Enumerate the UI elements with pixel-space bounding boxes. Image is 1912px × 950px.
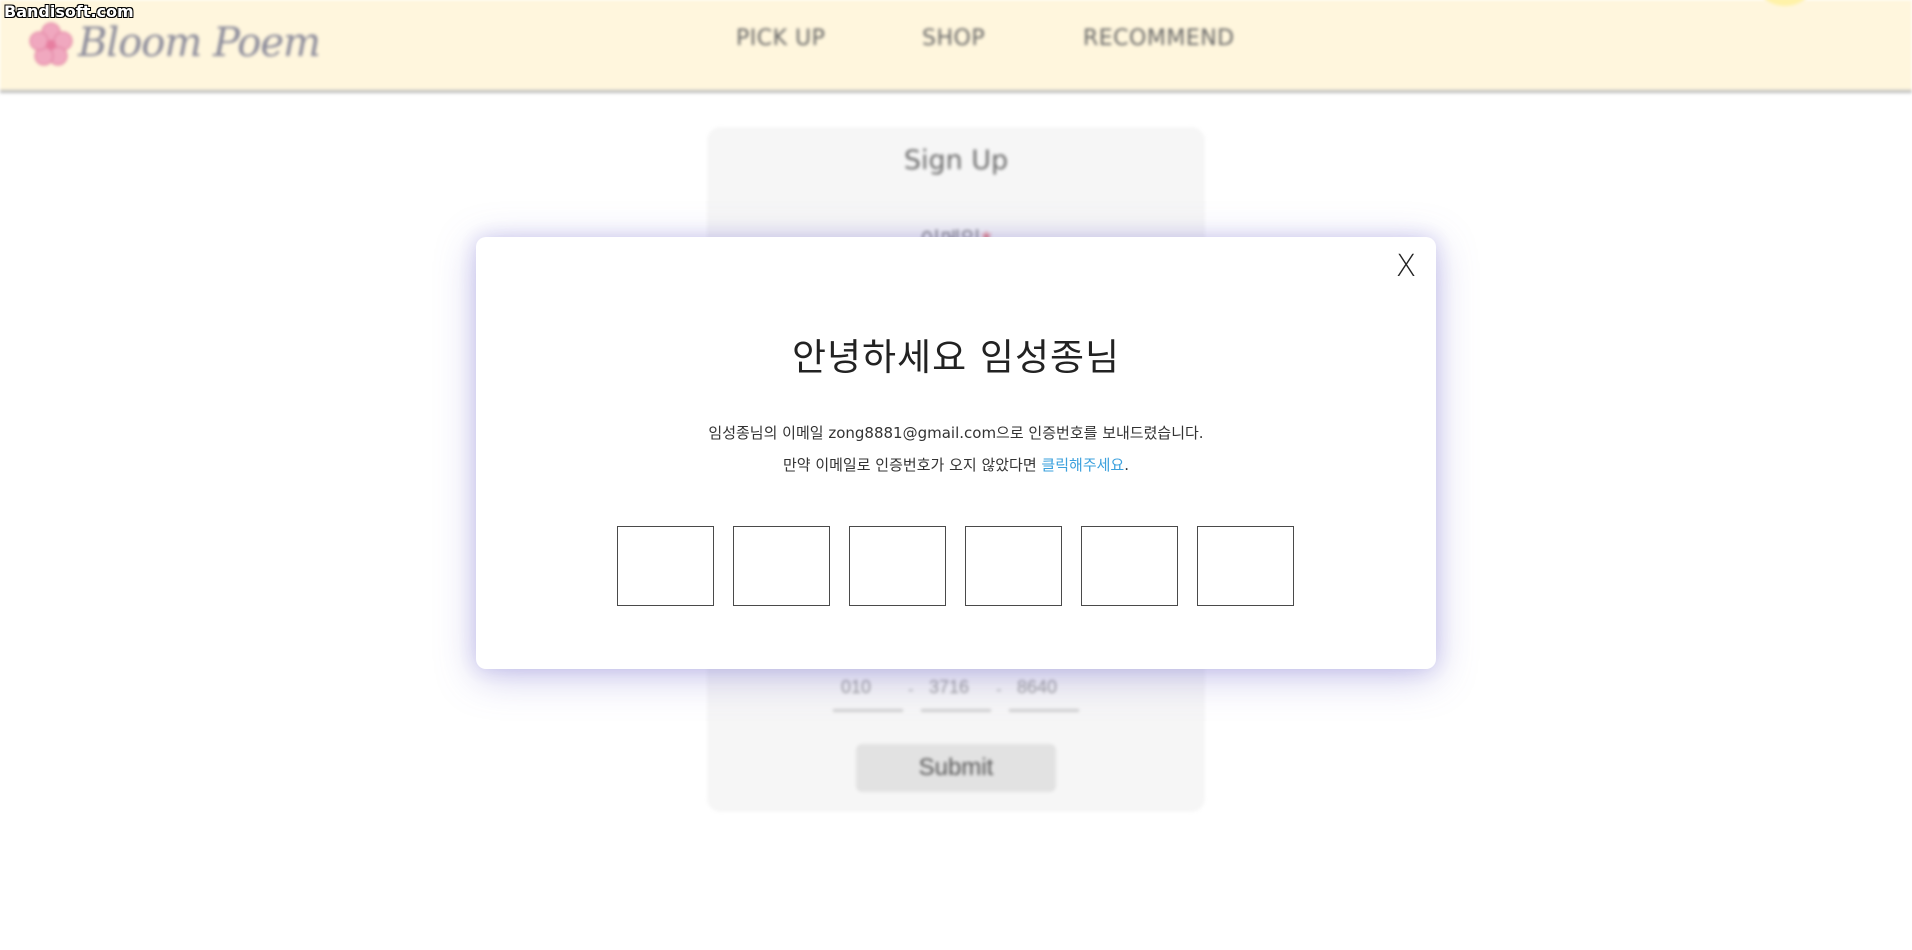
- submit-button[interactable]: Submit: [856, 744, 1056, 792]
- phone-separator: -: [908, 680, 914, 699]
- code-digit-input-3[interactable]: [849, 526, 946, 606]
- phone-row: 010 - 3716 - 8640: [707, 672, 1205, 712]
- message-line-1: 임성종님의 이메일 zong8881@gmail.com으로 인증번호를 보내드…: [708, 424, 1204, 442]
- modal-greeting: 안녕하세요 임성종님: [791, 336, 1121, 379]
- resend-link[interactable]: 클릭해주세요: [1041, 456, 1124, 474]
- phone-part-3[interactable]: 8640: [1009, 672, 1079, 712]
- message-line-2-prefix: 만약 이메일로 인증번호가 오지 않았다면: [782, 456, 1042, 474]
- site-header: Bloom Poem PICK UP SHOP RECOMMEND: [0, 0, 1912, 93]
- code-digit-input-5[interactable]: [1081, 526, 1178, 606]
- message-line-2-suffix: .: [1124, 456, 1130, 474]
- code-digit-input-2[interactable]: [733, 526, 830, 606]
- phone-separator: -: [996, 680, 1002, 699]
- verification-modal: X 안녕하세요 임성종님 임성종님의 이메일 zong8881@gmail.co…: [476, 237, 1436, 669]
- code-digit-input-6[interactable]: [1197, 526, 1294, 606]
- code-digit-input-4[interactable]: [965, 526, 1062, 606]
- modal-message: 임성종님의 이메일 zong8881@gmail.com으로 인증번호를 보내드…: [476, 417, 1436, 481]
- header-decoration: [1760, 0, 1810, 6]
- code-input-row: [617, 526, 1297, 606]
- signup-title: Sign Up: [903, 145, 1009, 176]
- nav-pick-up[interactable]: PICK UP: [736, 26, 825, 51]
- close-button[interactable]: X: [1386, 247, 1426, 287]
- nav-recommend[interactable]: RECOMMEND: [1083, 26, 1235, 51]
- code-digit-input-1[interactable]: [617, 526, 714, 606]
- watermark: Bandisoft.com: [4, 2, 134, 21]
- message-line-2: 만약 이메일로 인증번호가 오지 않았다면 클릭해주세요.: [476, 449, 1436, 481]
- phone-part-1[interactable]: 010: [833, 672, 903, 712]
- phone-part-2[interactable]: 3716: [921, 672, 991, 712]
- nav-shop[interactable]: SHOP: [922, 26, 985, 51]
- main-nav: PICK UP SHOP RECOMMEND: [0, 26, 1912, 56]
